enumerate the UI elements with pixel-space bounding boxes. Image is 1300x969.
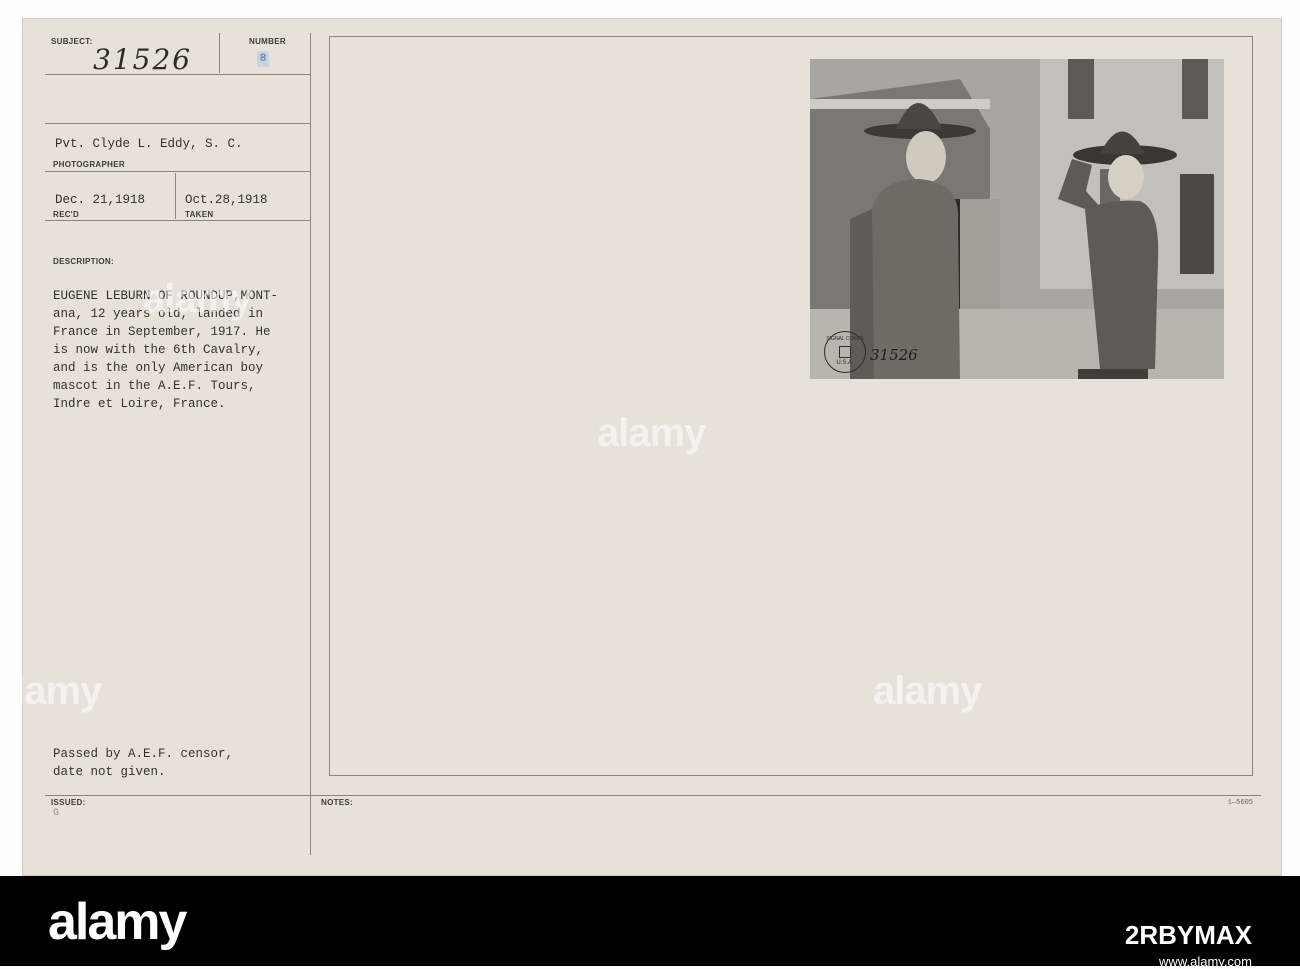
- censor-line: date not given.: [53, 765, 166, 779]
- photograph-scene: [810, 59, 1224, 379]
- censor-line: Passed by A.E.F. censor,: [53, 747, 234, 761]
- left-column-divider: [310, 33, 311, 855]
- image-id-block: 2RBYMAX www.alamy.com: [1125, 922, 1252, 969]
- description-line: Indre et Loire, France.: [53, 397, 226, 411]
- issued-label: ISSUED:: [51, 798, 86, 807]
- received-label: REC'D: [53, 210, 80, 219]
- watermark-logo: alamy: [873, 669, 982, 713]
- description-line: mascot in the A.E.F. Tours,: [53, 379, 256, 393]
- taken-date: Oct.28,1918: [185, 193, 268, 207]
- taken-label: TAKEN: [185, 210, 214, 219]
- watermark-logo: alamy: [597, 411, 706, 455]
- photographer-name: Pvt. Clyde L. Eddy, S. C.: [55, 137, 243, 151]
- image-id: 2RBYMAX: [1124, 920, 1252, 950]
- photographer-rule: [45, 171, 310, 172]
- stamp-text: SIGNAL CORPS: [826, 336, 864, 342]
- issued-value: G: [53, 808, 60, 819]
- site-url: www.alamy.com: [1159, 954, 1252, 969]
- issued-rule: [45, 795, 1261, 796]
- date-rule: [45, 220, 310, 221]
- received-date: Dec. 21,1918: [55, 193, 146, 207]
- description-label: DESCRIPTION:: [53, 257, 114, 266]
- signal-corps-stamp: SIGNAL CORPS U.S.A.: [824, 331, 866, 373]
- stamp-emblem-icon: [839, 346, 851, 358]
- watermark-logo: alamy: [0, 669, 102, 713]
- photographer-top-rule: [45, 123, 310, 124]
- footer-bar: alamy 2RBYMAX www.alamy.com: [0, 876, 1300, 969]
- description-line: France in September, 1917. He: [53, 325, 271, 339]
- number-value: 8: [259, 53, 267, 65]
- number-divider: [219, 33, 220, 73]
- record-card: SUBJECT: 31526 NUMBER 8 Pvt. Clyde L. Ed…: [0, 18, 1282, 876]
- watermark-logo: alamy: [143, 277, 252, 321]
- censor-note: Passed by A.E.F. censor, date not given.: [53, 745, 233, 781]
- date-divider: [175, 173, 176, 219]
- photo-number: 31526: [870, 346, 918, 364]
- photographer-label: PHOTOGRAPHER: [53, 160, 125, 169]
- description-line: and is the only American boy: [53, 361, 264, 375]
- description-line: is now with the 6th Cavalry,: [53, 343, 264, 357]
- photograph: SIGNAL CORPS U.S.A. 31526: [810, 59, 1224, 379]
- stamp-usa: U.S.A.: [836, 360, 854, 366]
- notes-label: NOTES:: [321, 798, 354, 807]
- form-code: 1—5605: [1227, 799, 1253, 807]
- footer-logo: alamy: [48, 893, 187, 951]
- number-stamp: 8: [257, 51, 269, 67]
- subject-label: SUBJECT:: [51, 37, 93, 46]
- subject-number: 31526: [93, 43, 193, 76]
- number-label: NUMBER: [249, 37, 286, 46]
